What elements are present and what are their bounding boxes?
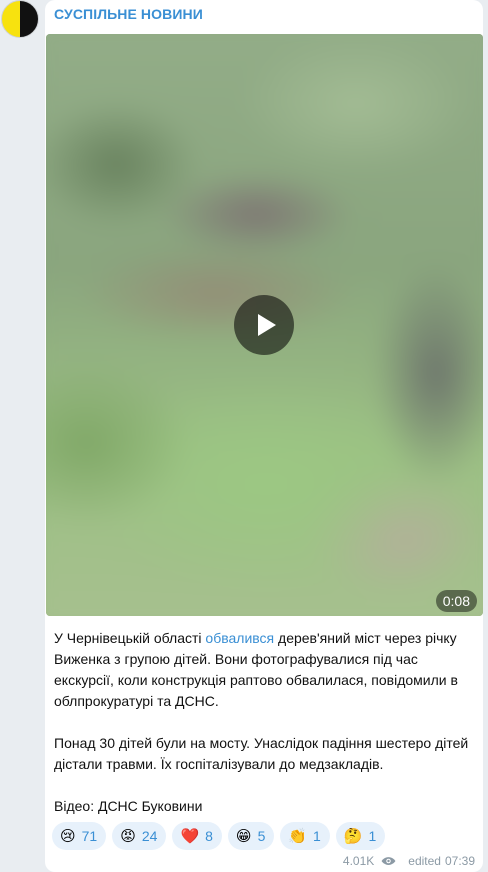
reaction-crying[interactable]: 😢 71 [52,822,107,850]
view-count: 4.01K [342,854,375,868]
video-player[interactable]: 0:08 [46,34,483,616]
reaction-thinking[interactable]: 🤔 1 [335,822,386,850]
message-paragraph-1: У Чернівецькій області обвалився дерев'я… [54,628,474,712]
message-bubble: СУСПІЛЬНЕ НОВИНИ 0:08 У Чернівецькій обл… [45,0,483,872]
reaction-count: 5 [257,828,266,844]
thinking-face-icon: 🤔 [343,826,363,845]
channel-avatar[interactable] [1,0,39,38]
source-link[interactable]: обвалився [205,630,274,646]
eye-icon [381,857,396,865]
reactions-bar: 😢 71 😡 24 ❤️ 8 😁 5 👏 1 🤔 1 [52,822,386,850]
edited-label: edited [408,854,441,868]
reaction-count: 24 [141,828,158,844]
reaction-count: 1 [313,828,321,844]
heart-icon: ❤️ [180,826,200,845]
message-time: 07:39 [444,854,475,868]
channel-name[interactable]: СУСПІЛЬНЕ НОВИНИ [54,6,203,22]
clapping-hands-icon: 👏 [288,826,308,845]
crying-face-icon: 😢 [60,826,76,845]
reaction-clap[interactable]: 👏 1 [280,822,330,850]
reaction-count: 1 [368,828,377,844]
reaction-count: 71 [81,828,98,844]
play-button[interactable] [234,295,294,355]
message-text-segment: У Чернівецькій області [54,630,206,646]
reaction-count: 8 [205,828,213,844]
angry-face-icon: 😡 [120,826,136,845]
message-text: У Чернівецькій області обвалився дерев'я… [54,628,474,817]
play-icon [258,314,276,336]
grinning-face-icon: 😁 [235,826,252,845]
reaction-grinning[interactable]: 😁 5 [227,822,275,850]
video-duration: 0:08 [435,590,477,612]
message-paragraph-2: Понад 30 дітей були на мосту. Унаслідок … [54,735,469,772]
message-paragraph-3: Відео: ДСНС Буковини [54,798,203,814]
message-meta: 4.01K edited 07:39 [343,854,475,868]
reaction-heart[interactable]: ❤️ 8 [172,822,222,850]
reaction-angry[interactable]: 😡 24 [112,822,167,850]
